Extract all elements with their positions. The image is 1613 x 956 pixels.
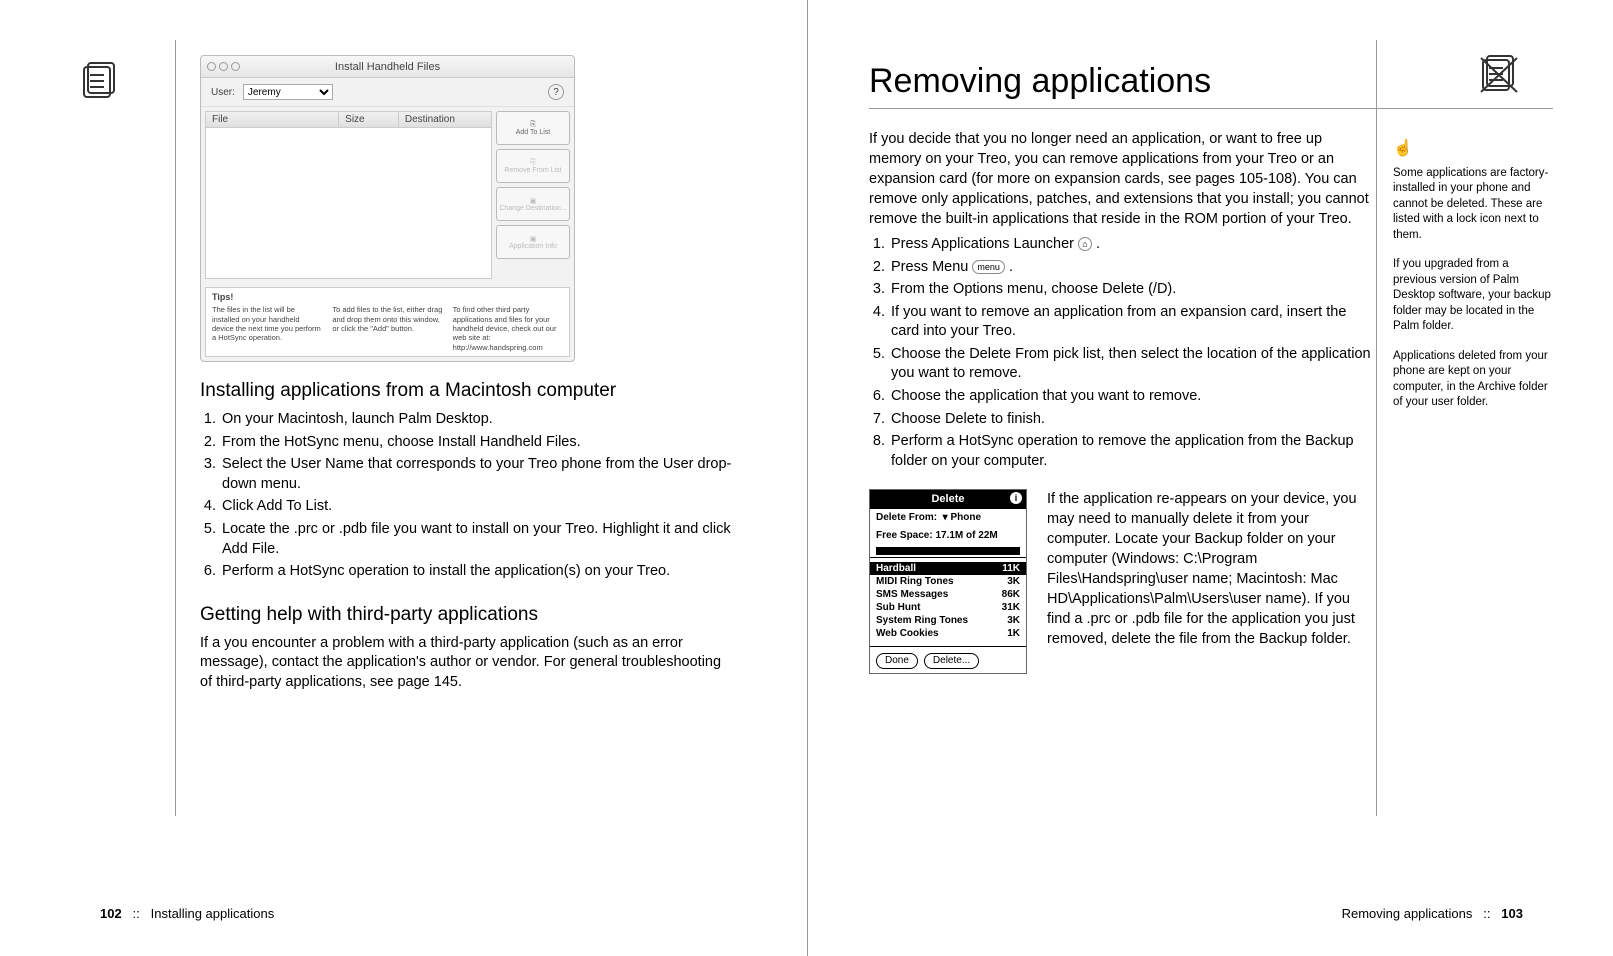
removing-step: Press Applications Launcher ⌂ . bbox=[889, 235, 1373, 255]
document-icon bbox=[78, 55, 126, 103]
col-file: File bbox=[206, 112, 339, 127]
info-icon[interactable]: i bbox=[1010, 492, 1022, 504]
removing-intro: If you decide that you no longer need an… bbox=[869, 129, 1373, 229]
tip-1: The files in the list will be installed … bbox=[212, 305, 322, 352]
removing-step: Choose the application that you want to … bbox=[889, 387, 1373, 407]
install-step: Click Add To List. bbox=[220, 497, 734, 517]
help-icon[interactable]: ? bbox=[548, 84, 564, 100]
install-handheld-files-screenshot: Install Handheld Files User: Jeremy ? Fi… bbox=[200, 55, 575, 362]
change-destination-button[interactable]: ▣Change Destination... bbox=[496, 187, 570, 221]
sidebar-note: Applications deleted from your phone are… bbox=[1393, 349, 1553, 411]
delete-app-item[interactable]: System Ring Tones3K bbox=[876, 614, 1020, 627]
free-space-label: Free Space: 17.1M of 22M bbox=[870, 527, 1026, 545]
install-steps: On your Macintosh, launch Palm Desktop. … bbox=[200, 410, 734, 582]
application-info-button[interactable]: ▣Application Info bbox=[496, 225, 570, 259]
page-title: Removing applications bbox=[869, 62, 1563, 101]
install-step: Perform a HotSync operation to install t… bbox=[220, 562, 734, 582]
user-label: User: bbox=[211, 87, 235, 98]
done-button[interactable]: Done bbox=[876, 653, 918, 669]
removing-step: Choose the Delete From pick list, then s… bbox=[889, 345, 1373, 384]
third-party-help-body: If a you encounter a problem with a thir… bbox=[200, 634, 734, 693]
tips-title: Tips! bbox=[212, 292, 563, 303]
delete-dialog-screenshot: Delete i Delete From: ▾ Phone Free Space… bbox=[869, 489, 1027, 674]
heading-third-party-help: Getting help with third-party applicatio… bbox=[200, 604, 734, 626]
right-vertical-rule bbox=[1376, 40, 1377, 816]
page-number: 102 bbox=[100, 906, 122, 921]
removing-step: If you want to remove an application fro… bbox=[889, 303, 1373, 342]
tip-2: To add files to the list, either drag an… bbox=[332, 305, 442, 352]
footer-section-label: Removing applications bbox=[1342, 906, 1473, 921]
delete-from-picklist[interactable]: ▾ Phone bbox=[940, 511, 981, 525]
horizontal-rule bbox=[869, 108, 1553, 109]
removing-step: From the Options menu, choose Delete (/D… bbox=[889, 280, 1373, 300]
delete-app-item[interactable]: Web Cookies1K bbox=[876, 627, 1020, 640]
delete-button[interactable]: Delete... bbox=[924, 653, 979, 669]
tips-panel: Tips! The files in the list will be inst… bbox=[205, 287, 570, 357]
reappear-paragraph: If the application re-appears on your de… bbox=[1047, 489, 1373, 649]
sidebar-note: If you upgraded from a previous version … bbox=[1393, 257, 1553, 335]
sidebar-note: Some applications are factory-installed … bbox=[1393, 166, 1553, 244]
install-step: Select the User Name that corresponds to… bbox=[220, 455, 734, 494]
user-dropdown[interactable]: Jeremy bbox=[243, 84, 333, 100]
add-to-list-button[interactable]: ⎘Add To List bbox=[496, 111, 570, 145]
tip-3: To find other third party applications a… bbox=[453, 305, 563, 352]
delete-from-row: Delete From: ▾ Phone bbox=[870, 509, 1026, 527]
remove-from-list-button[interactable]: ⎘Remove From List bbox=[496, 149, 570, 183]
sidebar-notes: ☝ Some applications are factory-installe… bbox=[1393, 138, 1553, 425]
footer-left: 102 :: Installing applications bbox=[100, 906, 274, 921]
install-step: Locate the .prc or .pdb file you want to… bbox=[220, 520, 734, 559]
install-step: On your Macintosh, launch Palm Desktop. bbox=[220, 410, 734, 430]
menu-icon: menu bbox=[972, 260, 1005, 274]
free-space-bar bbox=[876, 547, 1020, 555]
pointing-hand-icon: ☝ bbox=[1393, 138, 1553, 160]
delete-app-item[interactable]: SMS Messages86K bbox=[876, 588, 1020, 601]
delete-app-list[interactable]: Hardball11KMIDI Ring Tones3KSMS Messages… bbox=[870, 560, 1026, 644]
left-page: Install Handheld Files User: Jeremy ? Fi… bbox=[0, 0, 814, 956]
removing-steps: Press Applications Launcher ⌂ . Press Me… bbox=[869, 235, 1373, 471]
delete-app-item[interactable]: MIDI Ring Tones3K bbox=[876, 575, 1020, 588]
removing-step: Perform a HotSync operation to remove th… bbox=[889, 432, 1373, 471]
launcher-icon: ⌂ bbox=[1078, 237, 1092, 251]
footer-right: Removing applications :: 103 bbox=[1342, 906, 1523, 921]
window-title: Install Handheld Files bbox=[201, 61, 574, 73]
page-number: 103 bbox=[1501, 906, 1523, 921]
install-step: From the HotSync menu, choose Install Ha… bbox=[220, 433, 734, 453]
col-size: Size bbox=[339, 112, 399, 127]
delete-app-item[interactable]: Sub Hunt31K bbox=[876, 601, 1020, 614]
heading-install-mac: Installing applications from a Macintosh… bbox=[200, 380, 734, 402]
delete-app-item[interactable]: Hardball11K bbox=[870, 562, 1026, 575]
footer-section-label: Installing applications bbox=[151, 906, 275, 921]
left-vertical-rule bbox=[175, 40, 176, 816]
removing-step: Choose Delete to finish. bbox=[889, 410, 1373, 430]
removing-apps-icon bbox=[1477, 48, 1525, 96]
file-table: File Size Destination bbox=[205, 111, 492, 279]
col-destination: Destination bbox=[399, 112, 491, 127]
delete-dialog-title: Delete i bbox=[870, 490, 1026, 509]
removing-step: Press Menu menu . bbox=[889, 258, 1373, 278]
right-page: Removing applications If you decide that… bbox=[814, 0, 1613, 956]
